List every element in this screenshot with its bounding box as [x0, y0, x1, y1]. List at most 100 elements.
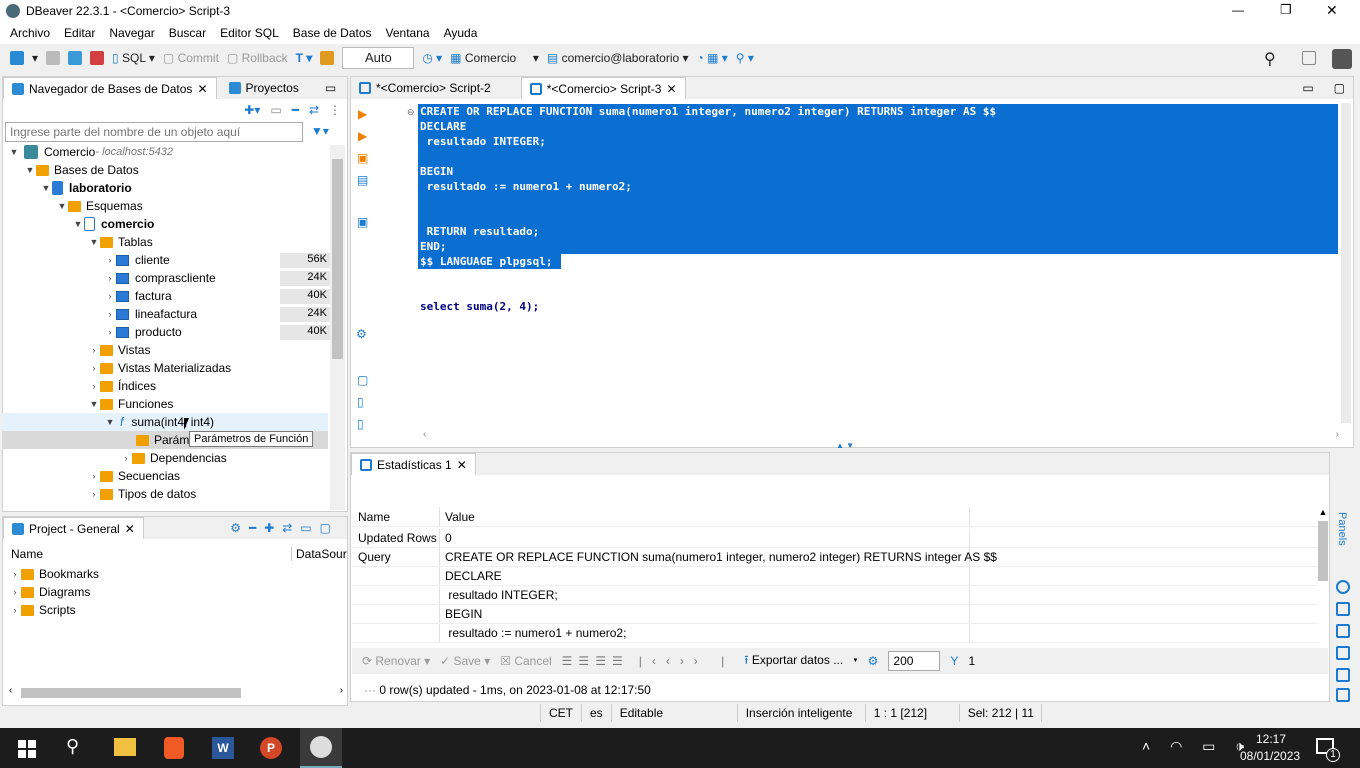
column-name[interactable]: Name: [11, 547, 43, 561]
fold-icon[interactable]: ⊖: [407, 107, 415, 118]
search-dropdown-icon[interactable]: ⚲ ▾: [736, 51, 754, 65]
tree-item-indices[interactable]: › Índices: [88, 377, 157, 395]
lock-icon[interactable]: [320, 51, 335, 65]
tab-script-2[interactable]: *<Comercio> Script-2: [351, 77, 499, 99]
tab-database-navigator[interactable]: Navegador de Bases de Datos ✕: [3, 77, 217, 99]
table-row[interactable]: resultado INTEGER;: [352, 586, 1318, 605]
tree-item-tipos-de-datos[interactable]: › Tipos de datos: [88, 485, 197, 503]
collapse-icon[interactable]: ━: [292, 103, 299, 117]
clock-time[interactable]: 12:17: [1256, 732, 1286, 746]
panels-tab[interactable]: Panels: [1336, 512, 1348, 546]
maximize-editor-icon[interactable]: ▢: [1334, 81, 1345, 95]
load-plan-icon[interactable]: ▤: [357, 173, 368, 187]
new-connection-icon[interactable]: [10, 51, 24, 65]
sql-file-icon[interactable]: ▯: [357, 417, 364, 431]
code-line[interactable]: BEGIN: [420, 164, 453, 179]
project-hscrollbar[interactable]: ‹ ›: [7, 685, 345, 701]
disconnect-icon[interactable]: [90, 51, 105, 65]
schema-selector[interactable]: ▤ comercio@laboratorio ▾: [547, 51, 689, 65]
project-item-diagrams[interactable]: › Diagrams: [9, 583, 91, 601]
export-icon[interactable]: ▢: [357, 373, 368, 387]
tree-item-table-lineafactura[interactable]: › lineafactura: [104, 305, 198, 323]
code-line[interactable]: resultado := numero1 + numero2;: [420, 179, 632, 194]
brave-browser-icon[interactable]: [164, 737, 184, 759]
tree-item-table-comprascliente[interactable]: › comprascliente: [104, 269, 216, 287]
tree-item-funciones[interactable]: ▼ Funciones: [88, 395, 174, 413]
tree-item-tablas[interactable]: ▼ Tablas: [88, 233, 153, 251]
tab-estadisticas-1[interactable]: Estadísticas 1 ✕: [351, 453, 476, 475]
search-icon[interactable]: ⚲: [1264, 49, 1276, 69]
settings-icon[interactable]: ⚙: [356, 327, 367, 341]
tab-projects[interactable]: Proyectos: [221, 77, 307, 99]
menu-buscar[interactable]: Buscar: [169, 26, 206, 40]
menu-base-de-datos[interactable]: Base de Datos: [293, 26, 372, 40]
tab-script-3[interactable]: *<Comercio> Script-3 ✕: [520, 77, 686, 99]
code-line[interactable]: DECLARE: [420, 119, 466, 134]
table-row[interactable]: DECLARE: [352, 567, 1318, 586]
output-icon[interactable]: ▣: [357, 215, 368, 229]
side-panel-icon[interactable]: [1336, 624, 1350, 638]
commit-button[interactable]: ▢ Commit: [163, 51, 219, 65]
tree-item-secuencias[interactable]: › Secuencias: [88, 467, 181, 485]
tree-item-comercio-connection[interactable]: ▼ Comercio - localhost:5432: [8, 143, 173, 161]
side-panel-icon[interactable]: [1336, 602, 1350, 616]
cancel-button[interactable]: ☒ Cancel: [500, 654, 551, 668]
menu-archivo[interactable]: Archivo: [10, 26, 50, 40]
menu-icon[interactable]: ⋮: [329, 103, 341, 117]
minimize-panel-icon[interactable]: ▭: [325, 81, 336, 95]
tree-item-function-suma[interactable]: ▼ f suma(int4, int4): [2, 413, 328, 431]
table-row[interactable]: Query CREATE OR REPLACE FUNCTION suma(num…: [352, 548, 1318, 567]
history-icon[interactable]: ◷ ▾: [422, 51, 442, 65]
refresh-button[interactable]: ⟳ Renovar ▾: [362, 654, 430, 668]
column-header-name[interactable]: Name: [352, 507, 440, 526]
side-panel-icon[interactable]: [1336, 668, 1350, 682]
minimize-button[interactable]: —: [1232, 3, 1244, 17]
settings-icon[interactable]: ⚙: [868, 654, 879, 668]
start-button[interactable]: [18, 740, 36, 758]
tree-item-comercio-schema[interactable]: ▼ comercio: [72, 215, 154, 233]
project-item-scripts[interactable]: › Scripts: [9, 601, 76, 619]
new-connection-icon[interactable]: ✚▾: [244, 103, 260, 117]
reconnect-icon[interactable]: [68, 51, 83, 65]
navigator-scrollbar[interactable]: [330, 145, 345, 510]
commit-mode-field[interactable]: Auto: [342, 47, 415, 69]
new-folder-icon[interactable]: ▭: [270, 103, 281, 117]
link-editor-icon[interactable]: ⇄: [309, 103, 319, 117]
column-datasource[interactable]: DataSource: [291, 547, 347, 561]
powerpoint-icon[interactable]: P: [260, 737, 282, 759]
code-line[interactable]: RETURN resultado;: [420, 224, 540, 239]
row-edit-icons[interactable]: ☰☰☰☰: [562, 654, 629, 668]
row-count-icon[interactable]: Y: [950, 654, 958, 668]
minimize-editor-icon[interactable]: ▭: [1302, 81, 1313, 95]
tree-item-vistas[interactable]: › Vistas: [88, 341, 151, 359]
datasource-selector[interactable]: ▦ Comercio ▾: [450, 51, 539, 65]
code-line[interactable]: END;: [420, 239, 447, 254]
column-header-value[interactable]: Value: [440, 507, 970, 526]
side-panel-icon[interactable]: [1336, 646, 1350, 660]
execute-statement-icon[interactable]: ▶: [358, 107, 367, 121]
tree-item-table-producto[interactable]: › producto: [104, 323, 182, 341]
save-button[interactable]: ✓ Save ▾: [440, 654, 490, 668]
tree-item-table-cliente[interactable]: › cliente: [104, 251, 170, 269]
file-explorer-icon[interactable]: [114, 738, 136, 756]
code-line-query[interactable]: select suma(2, 4);: [420, 299, 539, 314]
tree-item-esquemas[interactable]: ▼ Esquemas: [56, 197, 143, 215]
navigation-icons[interactable]: |‹‹›› |: [639, 654, 735, 668]
code-line[interactable]: resultado INTEGER;: [420, 134, 546, 149]
tab-project-general[interactable]: Project - General ✕: [3, 517, 144, 539]
file-icon[interactable]: ▯: [357, 395, 364, 409]
close-tab-icon[interactable]: ✕: [666, 82, 676, 96]
table-row[interactable]: Updated Rows 0: [352, 529, 1318, 548]
dbeaver-taskbar-icon[interactable]: [300, 728, 342, 768]
search-icon[interactable]: ⚲: [66, 736, 79, 757]
filter-icon[interactable]: ▼▾: [311, 124, 329, 138]
transaction-mode-icon[interactable]: T ▾: [296, 51, 313, 65]
clock-date[interactable]: 08/01/2023: [1240, 749, 1300, 763]
restore-button[interactable]: ❐: [1280, 2, 1292, 18]
export-button[interactable]: ⭱ Exportar datos ... ▾: [744, 651, 857, 672]
perspective-icon[interactable]: [1302, 51, 1316, 65]
sql-button[interactable]: ▯ SQL ▾: [112, 51, 155, 65]
menu-ayuda[interactable]: Ayuda: [444, 26, 478, 40]
side-panel-icon[interactable]: [1336, 580, 1350, 594]
explain-plan-icon[interactable]: ▣: [357, 151, 368, 165]
